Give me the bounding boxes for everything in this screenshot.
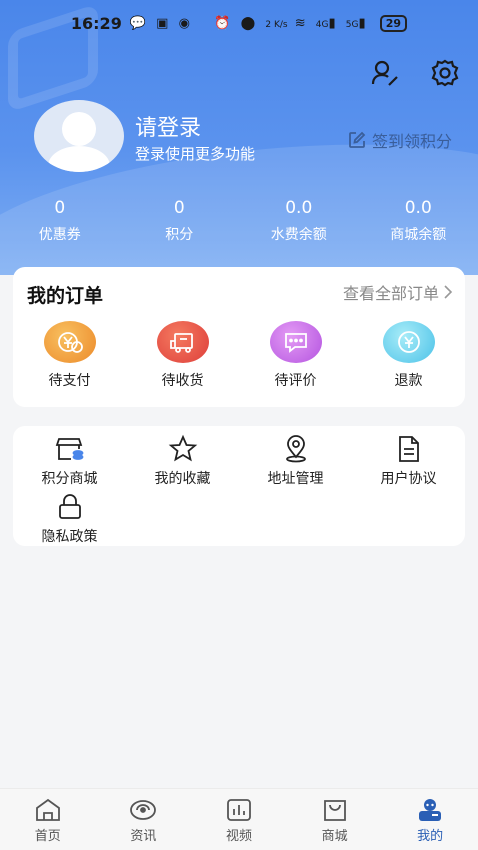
tool-label: 我的收藏	[154, 471, 211, 487]
login-subtitle: 登录使用更多功能	[135, 145, 256, 163]
app-notification-icon: ▣	[156, 15, 172, 31]
tool-label: 积分商城	[41, 471, 98, 487]
points-mall-icon	[55, 438, 83, 460]
chart-icon	[227, 799, 251, 821]
stat-value: 0.0	[285, 198, 313, 218]
tool-user-agreement[interactable]: 用户协议	[352, 432, 465, 490]
stat-coupons[interactable]: 0 优惠券	[0, 198, 120, 244]
status-bar: 16:29 💬 ▣ ◉ ⏰ ⬤ 2 K/s ≋ 4G▮ 5G▮ 29	[0, 0, 478, 46]
eye-icon	[130, 800, 157, 820]
order-label: 待评价	[274, 373, 317, 389]
tool-label: 隐私政策	[41, 529, 98, 545]
shopping-bag-icon	[323, 800, 346, 821]
stat-label: 商城余额	[390, 227, 447, 243]
signal-bars-icon: ▮	[328, 15, 339, 31]
order-pending-payment[interactable]: 待支付	[13, 321, 126, 390]
tool-privacy-policy[interactable]: 隐私政策	[13, 490, 126, 548]
status-time: 16:29	[70, 13, 122, 33]
stat-value: 0	[173, 198, 185, 218]
order-label: 退款	[394, 373, 423, 389]
tab-label: 商城	[321, 829, 348, 844]
avatar[interactable]	[34, 100, 124, 172]
edit-square-icon	[349, 131, 366, 148]
location-icon: ⬤	[240, 15, 259, 31]
order-label: 待支付	[48, 373, 91, 389]
settings-gear-icon[interactable]	[430, 58, 460, 88]
stat-label: 优惠券	[38, 227, 81, 243]
signal-4g: 4G	[315, 19, 329, 30]
alarm-icon: ⏰	[214, 15, 234, 31]
pending-delivery-icon	[156, 321, 209, 363]
star-icon	[168, 434, 197, 462]
avatar-body	[48, 146, 110, 172]
stat-value: 0	[54, 198, 66, 218]
wifi-icon: ≋	[294, 15, 309, 31]
tab-label: 视频	[225, 829, 252, 844]
order-pending-delivery[interactable]: 待收货	[126, 321, 239, 390]
stat-label: 积分	[165, 227, 194, 243]
view-all-label: 查看全部订单	[342, 284, 439, 303]
pending-payment-icon	[43, 321, 96, 363]
pending-review-icon	[269, 321, 322, 363]
stat-mall-balance[interactable]: 0.0 商城余额	[359, 198, 478, 244]
battery-indicator: 29	[379, 14, 408, 32]
tool-address[interactable]: 地址管理	[239, 432, 352, 490]
login-title[interactable]: 请登录	[135, 110, 201, 142]
checkin-button[interactable]: 签到领积分	[348, 128, 452, 152]
order-pending-review[interactable]: 待评价	[239, 321, 352, 390]
order-label: 待收货	[161, 373, 204, 389]
tab-mall[interactable]: 商城	[287, 789, 383, 850]
tab-video[interactable]: 视频	[191, 789, 287, 850]
refund-icon	[382, 321, 435, 363]
tab-label: 首页	[34, 829, 61, 844]
status-icons: 💬 ▣ ◉ ⏰ ⬤ 2 K/s ≋ 4G▮ 5G▮ 29	[129, 14, 408, 32]
order-refund[interactable]: 退款	[352, 321, 465, 390]
tools-card: 积分商城 我的收藏 地址管理 用户协议 隐私政策	[13, 426, 465, 546]
lock-icon	[58, 494, 81, 519]
network-speed: 2 K/s	[265, 19, 288, 30]
stat-points[interactable]: 0 积分	[120, 198, 240, 244]
location-pin-icon	[285, 435, 306, 463]
tool-label: 用户协议	[380, 471, 437, 487]
stat-label: 水费余额	[270, 227, 327, 243]
profile-icon	[419, 799, 442, 821]
tool-label: 地址管理	[267, 471, 324, 487]
view-all-orders-link[interactable]: 查看全部订单	[343, 280, 453, 304]
chevron-right-icon	[444, 285, 453, 299]
signal-5g: 5G	[345, 19, 359, 30]
profile-header: 16:29 💬 ▣ ◉ ⏰ ⬤ 2 K/s ≋ 4G▮ 5G▮ 29 请登录 登…	[0, 0, 478, 275]
tab-label: 资讯	[130, 829, 157, 844]
tab-news[interactable]: 资讯	[96, 789, 192, 850]
avatar-head	[62, 112, 96, 146]
checkin-label: 签到领积分	[371, 132, 452, 151]
stats-row: 0 优惠券 0 积分 0.0 水费余额 0.0 商城余额	[0, 198, 478, 244]
eye-care-icon: ◉	[178, 15, 193, 31]
stat-water-balance[interactable]: 0.0 水费余额	[239, 198, 359, 244]
signal-bars-icon: ▮	[358, 15, 369, 31]
wechat-icon: 💬	[129, 15, 150, 31]
document-icon	[398, 436, 419, 462]
orders-title: 我的订单	[27, 285, 104, 307]
tool-points-mall[interactable]: 积分商城	[13, 432, 126, 490]
tab-mine[interactable]: 我的	[382, 789, 478, 850]
my-orders-card: 我的订单 查看全部订单 待支付 待收货 待评价 退款	[13, 267, 465, 407]
home-icon	[35, 798, 60, 821]
tab-home[interactable]: 首页	[0, 789, 96, 850]
bottom-tab-bar: 首页 资讯 视频 商城 我的	[0, 788, 478, 850]
tool-favorites[interactable]: 我的收藏	[126, 432, 239, 490]
tab-label: 我的	[417, 829, 444, 844]
stat-value: 0.0	[404, 198, 432, 218]
edit-profile-icon[interactable]	[370, 58, 400, 88]
